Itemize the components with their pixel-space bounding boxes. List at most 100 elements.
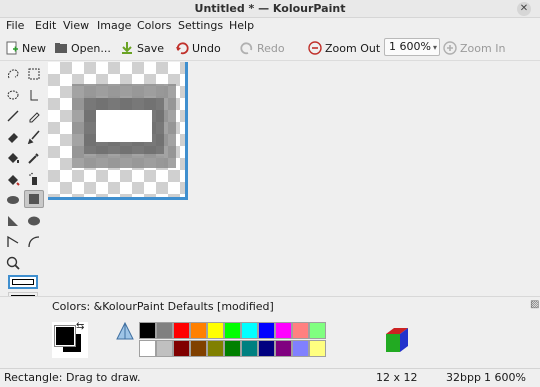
status-dimensions: 12 x 12 xyxy=(376,371,418,384)
flood-fill-tool[interactable] xyxy=(3,149,23,167)
redo-button[interactable]: Redo xyxy=(240,39,285,57)
palette-color-swatch[interactable] xyxy=(139,340,156,357)
zoom-select[interactable]: 1 600% ▾ xyxy=(384,38,440,56)
connected-lines-tool[interactable] xyxy=(3,233,23,251)
menu-view[interactable]: View xyxy=(63,19,89,32)
swap-colors-icon[interactable]: ⇆ xyxy=(76,321,84,332)
fill-option-outline[interactable] xyxy=(8,275,38,289)
title-bar: Untitled * — KolourPaint ✕ xyxy=(0,0,540,18)
palette-color-swatch[interactable] xyxy=(207,322,224,339)
canvas-scroll-area xyxy=(48,62,535,295)
palette-color-swatch[interactable] xyxy=(207,340,224,357)
curve-tool[interactable] xyxy=(24,233,44,251)
window-title: Untitled * — KolourPaint xyxy=(194,2,346,15)
palette-color-swatch[interactable] xyxy=(309,340,326,357)
text-cursor-icon xyxy=(30,90,38,101)
palette-color-swatch[interactable] xyxy=(241,340,258,357)
color-swatch-area: ⇆ xyxy=(52,321,88,358)
zoom-tool[interactable] xyxy=(3,254,23,272)
foreground-color-swatch[interactable] xyxy=(54,325,76,347)
color-picker-tool[interactable] xyxy=(24,149,44,167)
palette-color-swatch[interactable] xyxy=(139,322,156,339)
open-button[interactable]: Open... xyxy=(54,39,111,57)
color-eraser-tool[interactable] xyxy=(3,170,23,188)
palette-row-1 xyxy=(139,322,326,339)
ellipse-icon xyxy=(7,196,19,204)
spraycan-icon xyxy=(29,172,37,185)
palette-color-swatch[interactable] xyxy=(258,322,275,339)
image-canvas[interactable] xyxy=(48,62,188,200)
main-toolbar: New Open... Save Undo ▾ Redo ▾ Zoom Out … xyxy=(0,35,540,92)
zoom-in-button[interactable]: Zoom In xyxy=(443,39,505,57)
line-tool[interactable] xyxy=(3,107,23,125)
save-button[interactable]: Save xyxy=(120,39,164,57)
close-icon[interactable]: ✕ xyxy=(517,2,531,16)
palette-color-swatch[interactable] xyxy=(224,340,241,357)
rectangle-icon xyxy=(29,194,39,204)
palette-color-swatch[interactable] xyxy=(190,322,207,339)
color-eraser-icon xyxy=(8,175,20,186)
free-form-select-tool[interactable] xyxy=(3,65,23,83)
menu-help[interactable]: Help xyxy=(229,19,254,32)
status-depth: 32bpp xyxy=(446,371,481,384)
zoom-in-icon xyxy=(443,41,457,55)
menu-bar: File Edit View Image Colors Settings Hel… xyxy=(0,18,540,35)
spraycan-tool[interactable] xyxy=(24,170,44,188)
menu-colors[interactable]: Colors xyxy=(137,19,171,32)
menu-image[interactable]: Image xyxy=(97,19,131,32)
menu-settings[interactable]: Settings xyxy=(178,19,223,32)
polyline-icon xyxy=(7,235,19,247)
palette-color-swatch[interactable] xyxy=(275,322,292,339)
save-icon xyxy=(122,42,132,54)
palette-color-swatch[interactable] xyxy=(190,340,207,357)
zoom-out-button[interactable]: Zoom Out xyxy=(308,39,380,57)
lasso-icon xyxy=(8,69,19,79)
magnifier-icon xyxy=(6,256,20,270)
polygon-tool[interactable] xyxy=(3,212,23,230)
status-zoom: 1 600% xyxy=(484,371,526,384)
palette-color-swatch[interactable] xyxy=(241,322,258,339)
paint-bucket-icon xyxy=(8,153,19,163)
eraser-icon xyxy=(8,133,18,143)
palette-color-swatch[interactable] xyxy=(173,340,190,357)
zoom-out-icon xyxy=(308,41,322,55)
chevron-down-icon: ▾ xyxy=(432,43,437,52)
pen-icon xyxy=(29,112,40,123)
palette-row-2 xyxy=(139,340,326,357)
undo-icon xyxy=(176,42,189,55)
rectangle-tool[interactable] xyxy=(24,190,44,208)
pen-tool[interactable] xyxy=(24,107,44,125)
elliptical-select-tool[interactable] xyxy=(3,86,23,104)
palette-color-swatch[interactable] xyxy=(156,322,173,339)
ellipse-select-icon xyxy=(7,90,19,100)
curve-icon xyxy=(28,236,40,248)
rounded-rectangle-tool[interactable] xyxy=(24,212,44,230)
palette-title: Colors: &KolourPaint Defaults [modified] xyxy=(52,300,274,313)
panel-float-icon[interactable]: ▨ xyxy=(530,299,539,310)
menu-edit[interactable]: Edit xyxy=(35,19,56,32)
rectangle-select-tool[interactable] xyxy=(24,65,44,83)
new-button[interactable]: New xyxy=(5,39,46,57)
status-hint: Rectangle: Drag to draw. xyxy=(4,371,141,384)
palette-color-swatch[interactable] xyxy=(224,322,241,339)
redo-icon xyxy=(240,42,253,55)
palette-color-swatch[interactable] xyxy=(258,340,275,357)
transparent-color-icon[interactable] xyxy=(114,321,136,343)
color-cube-icon[interactable] xyxy=(383,326,411,354)
palette-color-swatch[interactable] xyxy=(292,322,309,339)
palette-color-swatch[interactable] xyxy=(173,322,190,339)
brush-tool[interactable] xyxy=(24,128,44,146)
menu-file[interactable]: File xyxy=(6,19,24,32)
canvas-drawing xyxy=(72,84,176,168)
palette-color-swatch[interactable] xyxy=(275,340,292,357)
eraser-tool[interactable] xyxy=(3,128,23,146)
ellipse-tool[interactable] xyxy=(3,191,23,209)
folder-icon xyxy=(55,43,67,53)
palette-color-swatch[interactable] xyxy=(156,340,173,357)
text-tool[interactable] xyxy=(24,86,44,104)
line-icon xyxy=(7,110,19,122)
brush-icon xyxy=(27,130,40,144)
palette-color-swatch[interactable] xyxy=(309,322,326,339)
palette-color-swatch[interactable] xyxy=(292,340,309,357)
undo-button[interactable]: Undo xyxy=(175,39,221,57)
